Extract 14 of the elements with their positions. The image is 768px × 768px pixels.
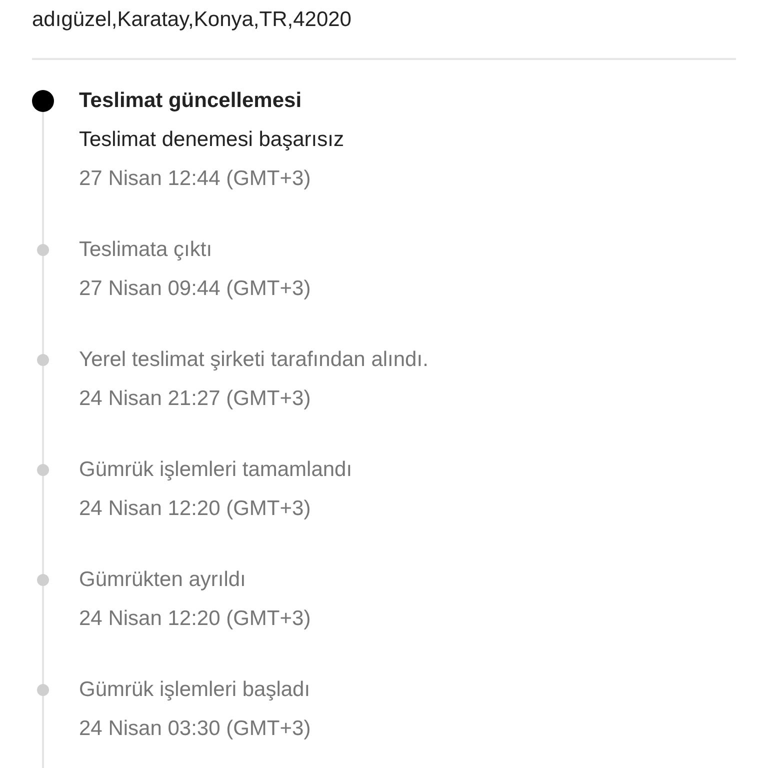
event-time: 24 Nisan 12:20 (GMT+3) [79,606,311,632]
event-time: 27 Nisan 12:44 (GMT+3) [79,166,312,192]
event-title: Gümrük işlemleri başladı [79,677,311,703]
shipping-address: adıgüzel,Karatay,Konya,TR,42020 [32,7,352,33]
event-title: Teslimata çıktı [79,237,214,263]
event-time: 24 Nisan 21:27 (GMT+3) [79,386,312,412]
event-time: 27 Nisan 09:44 (GMT+3) [79,276,311,302]
event-title: Gümrük işlemleri tamamlandı [79,457,352,483]
event-title: Gümrükten ayrıldı [79,567,247,593]
event-title: Teslimat güncellemesi [79,88,303,114]
event-time: 24 Nisan 03:30 (GMT+3) [79,716,311,742]
event-time: 24 Nisan 12:20 (GMT+3) [79,496,312,522]
event-detail: Teslimat denemesi başarısız [79,127,344,153]
event-title: Yerel teslimat şirketi tarafından alındı. [79,347,428,373]
